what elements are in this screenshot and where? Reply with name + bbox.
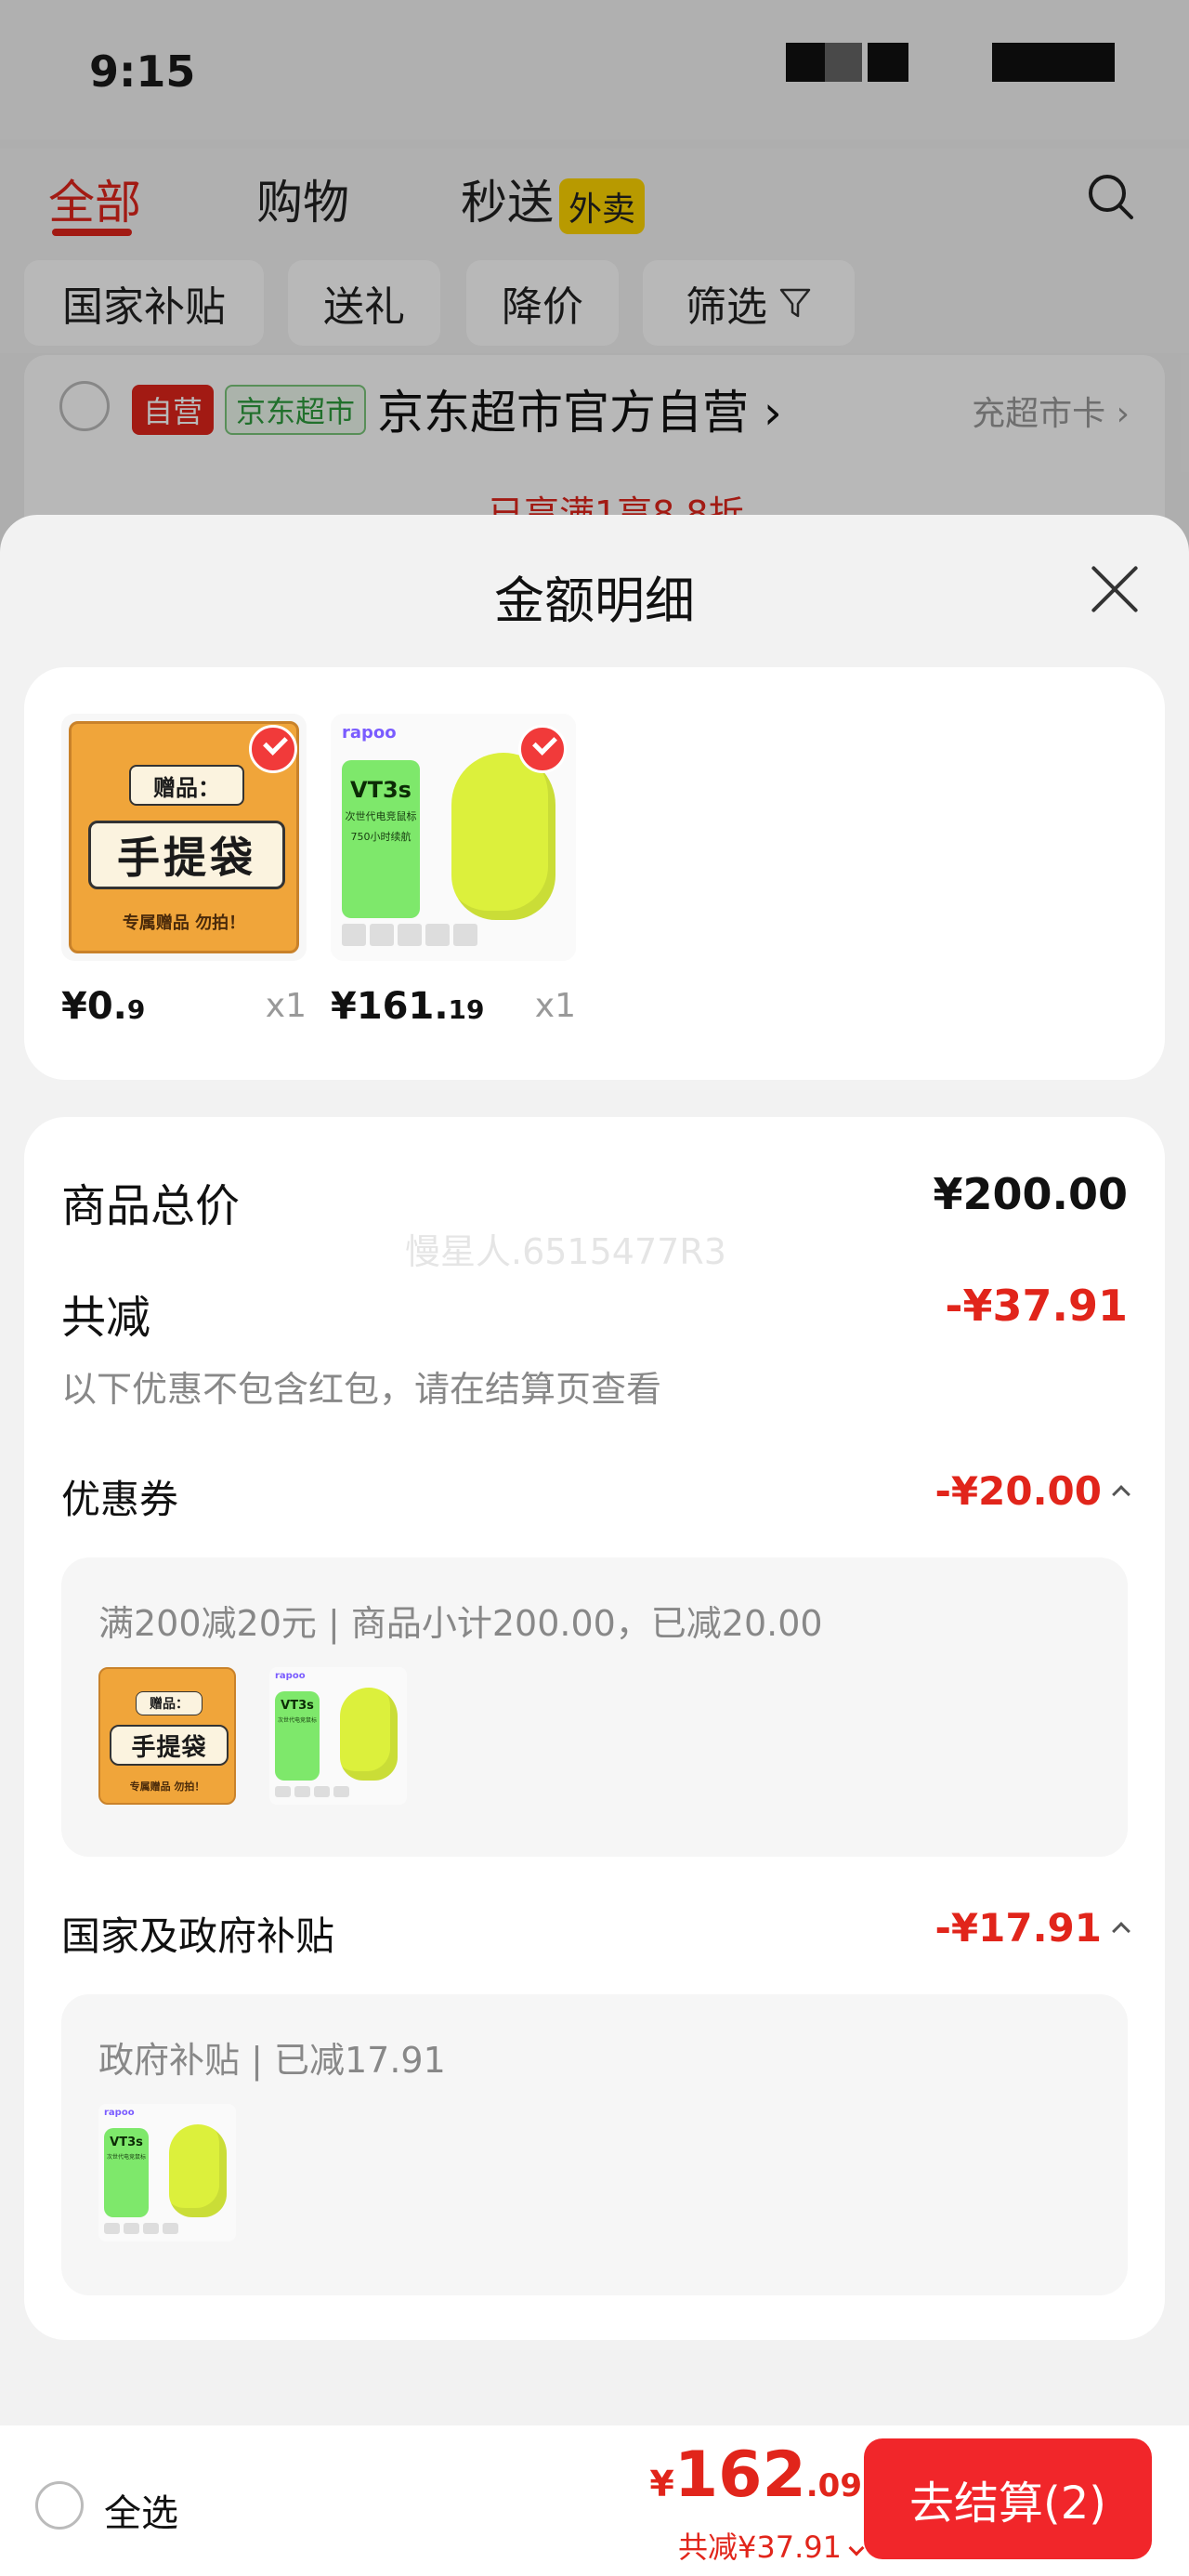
- saved-amount: 共减¥37.91: [678, 2530, 842, 2565]
- accessory-strip: [342, 924, 477, 946]
- sheet-title: 金额明细: [494, 572, 695, 630]
- bottom-bar: 全选 ¥162.09 共减¥37.91 去结算(2): [0, 2425, 1189, 2576]
- subsidy-value: -¥17.91: [934, 1905, 1102, 1951]
- subsidy-label: 国家及政府补贴: [61, 1913, 335, 1959]
- coupon-row[interactable]: 优惠券 -¥20.00: [61, 1468, 1130, 1522]
- mouse-shape: [451, 753, 555, 920]
- subsidy-detail-text: 政府补贴 | 已减17.91: [98, 2040, 446, 2081]
- subsidy-thumb-mouse: rapoo VT3s 次世代电竞鼠标: [98, 2104, 236, 2241]
- reduce-value: -¥37.91: [945, 1281, 1128, 1331]
- total-dec: .09: [805, 2467, 862, 2504]
- subsidy-amount: -¥17.91: [934, 1905, 1130, 1951]
- subsidy-row[interactable]: 国家及政府补贴 -¥17.91: [61, 1905, 1130, 1959]
- total-int: 162: [673, 2438, 806, 2512]
- product-qty: x1: [534, 987, 576, 1025]
- select-all-radio[interactable]: [35, 2481, 84, 2530]
- bag-label-gift: 赠品：: [129, 765, 244, 806]
- total-row: 商品总价 ¥200.00: [61, 1169, 1128, 1232]
- reduce-label: 共减: [61, 1292, 151, 1344]
- product-item[interactable]: rapoo VT3s 次世代电竞鼠标 750小时续航 ¥161.19 x1: [331, 714, 576, 1028]
- products-card: 赠品： 手提袋 专属赠品 勿拍！ ¥0.9 x1 rapoo VT3s 次世代电…: [24, 667, 1165, 1080]
- total-currency: ¥: [649, 2464, 674, 2504]
- breakdown-card: 商品总价 ¥200.00 共减 -¥37.91 以下优惠不包含红包，请在结算页查…: [24, 1117, 1165, 2340]
- chevron-up-icon: [1112, 1921, 1130, 1940]
- coupon-value: -¥20.00: [934, 1468, 1102, 1514]
- total-label: 商品总价: [61, 1180, 241, 1232]
- product-price: ¥161.19: [331, 985, 485, 1028]
- product-qty: x1: [265, 987, 307, 1025]
- coupon-thumb-bag: 赠品： 手提袋 专属赠品 勿拍！: [98, 1667, 236, 1805]
- reduce-note: 以下优惠不包含红包，请在结算页查看: [61, 1369, 662, 1410]
- price-int: ¥161.: [331, 985, 449, 1028]
- saved-amount-toggle[interactable]: 共减¥37.91: [678, 2524, 865, 2567]
- coupon-detail-text: 满200减20元 | 商品小计200.00，已减20.00: [98, 1603, 823, 1644]
- checkout-button[interactable]: 去结算(2): [864, 2438, 1152, 2559]
- amount-detail-sheet: 金额明细 赠品： 手提袋 专属赠品 勿拍！ ¥0.9 x1 rapoo VT3s: [0, 515, 1189, 2576]
- coupon-detail-box: 满200减20元 | 商品小计200.00，已减20.00 赠品： 手提袋 专属…: [61, 1557, 1128, 1857]
- total-value: ¥200.00: [933, 1169, 1128, 1219]
- close-icon[interactable]: [1089, 563, 1141, 615]
- checked-icon[interactable]: [249, 725, 297, 773]
- mouse-line1: 次世代电竞鼠标: [345, 810, 417, 822]
- product-image-mouse: rapoo VT3s 次世代电竞鼠标 750小时续航: [331, 714, 576, 961]
- coupon-label: 优惠券: [61, 1477, 179, 1522]
- mouse-line2: 750小时续航: [350, 831, 412, 843]
- product-image-bag: 赠品： 手提袋 专属赠品 勿拍！: [61, 714, 307, 961]
- bag-label-main: 手提袋: [88, 821, 285, 889]
- total-price: ¥162.09: [649, 2438, 862, 2512]
- product-price: ¥0.9: [61, 985, 145, 1028]
- coupon-amount: -¥20.00: [934, 1468, 1130, 1514]
- subsidy-detail-box: 政府补贴 | 已减17.91 rapoo VT3s 次世代电竞鼠标: [61, 1994, 1128, 2295]
- watermark: 慢星人.6515477R3: [405, 1231, 726, 1272]
- select-all-label[interactable]: 全选: [104, 2483, 178, 2537]
- reduce-row: 共减 -¥37.91: [61, 1281, 1128, 1344]
- coupon-thumb-mouse: rapoo VT3s 次世代电竞鼠标: [269, 1667, 407, 1805]
- mouse-model: VT3s: [350, 777, 412, 803]
- price-dec: 19: [448, 994, 485, 1025]
- bag-label-note: 专属赠品 勿拍！: [122, 913, 246, 933]
- price-int: ¥0.: [61, 985, 127, 1028]
- chevron-up-icon: [1112, 1484, 1130, 1504]
- mouse-spec-box: VT3s 次世代电竞鼠标 750小时续航: [342, 760, 420, 918]
- product-item[interactable]: 赠品： 手提袋 专属赠品 勿拍！ ¥0.9 x1: [61, 714, 307, 1028]
- chevron-down-icon: [848, 2540, 865, 2556]
- checked-icon[interactable]: [518, 725, 567, 773]
- brand-logo: rapoo: [342, 723, 397, 743]
- price-dec: 9: [126, 994, 146, 1025]
